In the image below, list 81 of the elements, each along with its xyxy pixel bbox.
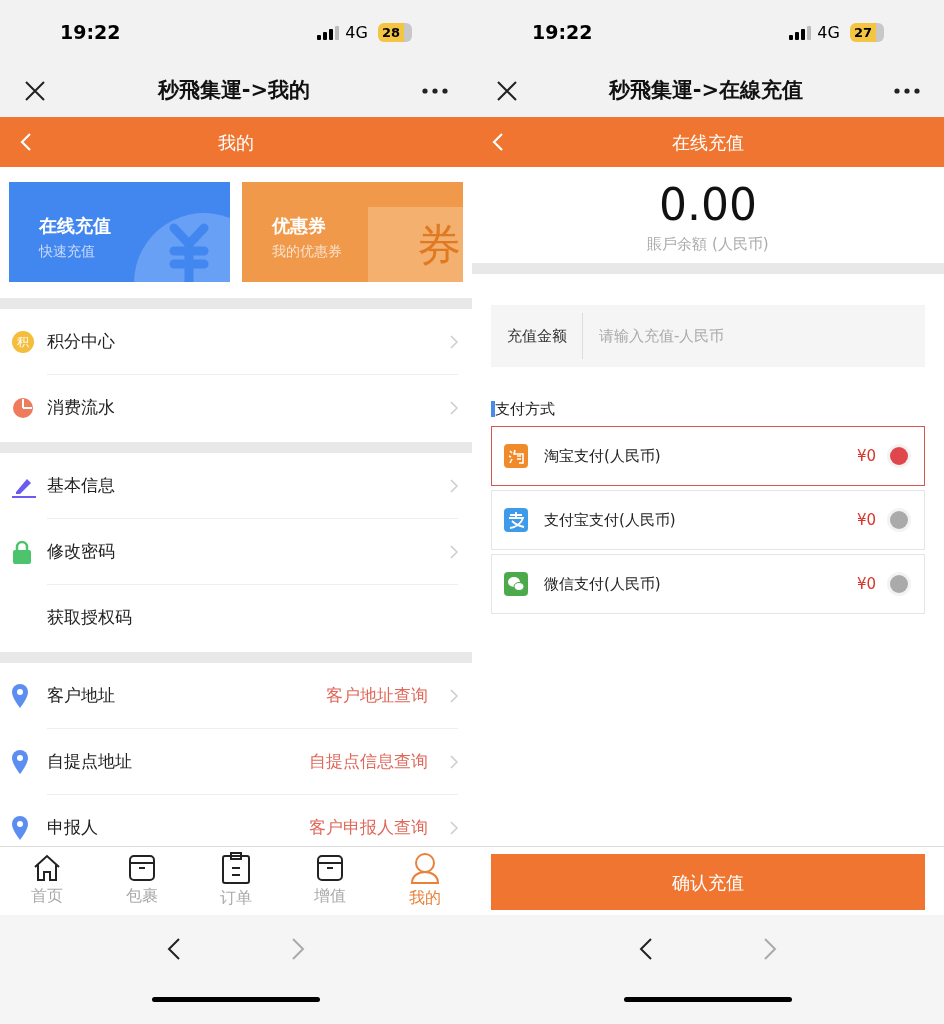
menu-item[interactable]: 获取授权码 [0, 585, 472, 651]
network-label: 4G [345, 21, 368, 44]
status-time: 19:22 [532, 20, 593, 46]
box-icon [127, 854, 156, 882]
signal-icon [789, 25, 812, 40]
chevron-icon [450, 401, 458, 415]
back-icon[interactable] [20, 132, 32, 152]
menu-label: 客户地址 [47, 683, 115, 707]
signal-icon [317, 25, 340, 40]
radio-button[interactable] [890, 575, 908, 593]
page-title: 我的 [218, 130, 254, 155]
card-subtitle: 我的优惠券 [272, 242, 343, 261]
close-icon[interactable] [496, 80, 518, 102]
menu-item[interactable]: 积 积分中心 [0, 309, 472, 375]
battery-icon [876, 23, 884, 42]
menu-item[interactable]: 基本信息 [0, 453, 472, 519]
balance-amount: 0.00 [659, 178, 757, 232]
battery-level: 28 [377, 22, 404, 43]
payment-amount: ¥0 [856, 573, 876, 595]
recharge-card[interactable]: 在线充值 快速充值 [9, 182, 230, 282]
payment-amount: ¥0 [856, 509, 876, 531]
radio-button[interactable] [890, 447, 908, 465]
chevron-icon [450, 544, 458, 559]
menu-label: 消费流水 [47, 396, 115, 420]
chevron-icon [450, 334, 458, 349]
menu-label: 自提点地址 [47, 749, 132, 773]
payment-label: 淘宝支付(人民币) [544, 445, 661, 467]
clipboard-icon [221, 852, 251, 884]
menu-item[interactable]: 消费流水 [0, 375, 472, 441]
taobao-icon [504, 444, 528, 468]
user-icon [409, 852, 440, 884]
chevron-icon [450, 688, 458, 703]
battery-icon [404, 23, 412, 42]
wechat-icon [504, 572, 528, 596]
payment-amount: ¥0 [856, 445, 876, 467]
card-title: 在线充值 [39, 214, 112, 238]
more-icon[interactable] [894, 88, 920, 94]
location-pin-icon [12, 816, 28, 840]
menu-item[interactable]: 自提点地址 自提点信息查询 [0, 729, 472, 795]
amount-input[interactable]: 请输入充值-人民币 [599, 324, 925, 348]
card-title: 优惠券 [272, 214, 327, 238]
balance-label: 賬戶余額 (人民币) [647, 234, 769, 255]
location-pin-icon [12, 684, 28, 708]
alipay-icon [504, 508, 528, 532]
menu-item[interactable]: 客户地址 客户地址查询 [0, 663, 472, 729]
amount-field[interactable]: 充值金额 请输入充值-人民币 [491, 305, 925, 367]
menu-item[interactable]: 修改密码 [0, 519, 472, 585]
battery-level: 27 [849, 22, 876, 43]
window-title: 秒飛集運->在線充值 [608, 77, 804, 105]
radio-button[interactable] [890, 511, 908, 529]
payment-option[interactable]: 微信支付(人民币) ¥0 [491, 554, 925, 614]
back-icon[interactable] [492, 132, 504, 152]
field-label: 充值金额 [491, 313, 583, 359]
points-icon: 积 [12, 331, 34, 353]
payment-label: 微信支付(人民币) [544, 573, 661, 595]
payment-label: 支付宝支付(人民币) [544, 509, 676, 531]
chevron-icon [450, 754, 458, 769]
payment-option[interactable]: 支付宝支付(人民币) ¥0 [491, 490, 925, 550]
network-label: 4G [817, 21, 840, 44]
chevron-icon [450, 821, 458, 835]
card-subtitle: 快速充值 [39, 242, 96, 261]
status-time: 19:22 [60, 20, 121, 46]
home-icon [33, 854, 62, 882]
box-icon [316, 854, 345, 882]
stamp-text: 券 [417, 222, 461, 267]
more-icon[interactable] [422, 88, 448, 94]
menu-label: 积分中心 [47, 329, 115, 353]
location-pin-icon [12, 750, 28, 774]
menu-item[interactable]: 申报人 客户申报人查询 [0, 795, 472, 846]
menu-label: 基本信息 [47, 473, 115, 497]
payment-option[interactable]: 淘宝支付(人民币) ¥0 [491, 426, 925, 486]
menu-label: 修改密码 [47, 539, 115, 563]
window-title: 秒飛集運->我的 [157, 77, 311, 105]
section-title: 支付方式 [491, 401, 555, 417]
menu-label: 获取授权码 [47, 606, 132, 630]
lock-icon [12, 540, 32, 564]
menu-label: 申报人 [47, 816, 98, 840]
page-title: 在线充值 [672, 130, 744, 155]
close-icon[interactable] [24, 80, 46, 102]
pie-chart-icon [12, 397, 34, 419]
chevron-icon [450, 478, 458, 493]
